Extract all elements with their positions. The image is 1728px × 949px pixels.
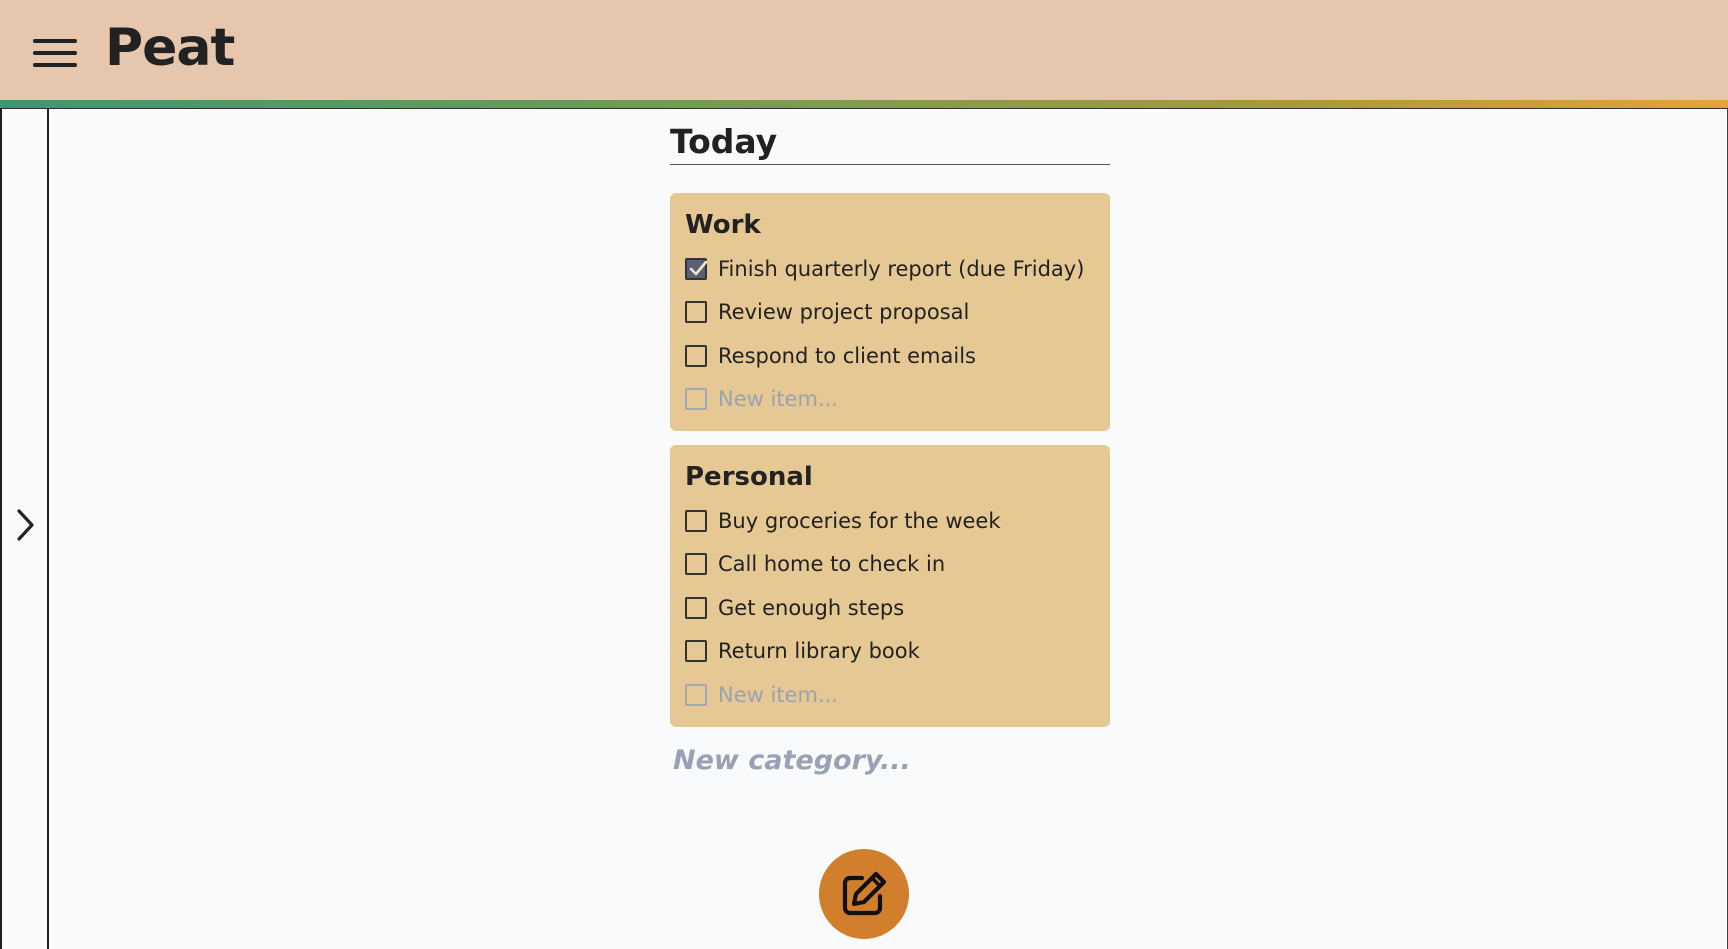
app-root: Peat Today Work Finish quarterly report [0,0,1728,949]
item-label: Finish quarterly report (due Friday) [718,256,1085,281]
checkbox-checked[interactable] [685,257,708,280]
list-item[interactable]: Finish quarterly report (due Friday) [685,247,1095,291]
category-title[interactable]: Work [685,207,1095,243]
check-icon [689,260,708,276]
new-item-placeholder: New item... [718,682,838,707]
checkbox-placeholder [685,683,707,706]
item-label: Respond to client emails [718,343,976,368]
checkbox[interactable] [685,553,707,576]
list-item[interactable]: Return library book [685,630,1095,674]
page-title: Today [670,121,1110,165]
new-category-input[interactable]: New category... [670,745,1110,776]
new-item-input[interactable]: New item... [685,673,1095,717]
today-list: Today Work Finish quarterly report (due … [670,121,1110,776]
item-label: Return library book [718,639,920,664]
checkbox[interactable] [685,344,707,367]
new-item-placeholder: New item... [718,387,838,412]
list-item[interactable]: Respond to client emails [685,334,1095,378]
list-item[interactable]: Buy groceries for the week [685,499,1095,543]
item-label: Call home to check in [718,552,946,577]
list-item[interactable]: Review project proposal [685,291,1095,335]
item-label: Buy groceries for the week [718,508,1001,533]
item-label: Review project proposal [718,300,970,325]
edit-fab-button[interactable] [819,849,909,939]
chevron-right-icon [17,509,34,541]
menu-bar-line [33,39,77,43]
checkbox[interactable] [685,509,707,532]
category-title[interactable]: Personal [685,459,1095,495]
checkbox-placeholder [685,388,707,411]
sidebar-toggle[interactable] [2,109,49,949]
app-title: Peat [105,18,235,78]
edit-icon [842,871,887,916]
hamburger-menu-icon[interactable] [28,32,82,74]
accent-stripe [0,100,1728,108]
checkbox[interactable] [685,301,707,324]
item-label: Get enough steps [718,595,905,620]
menu-bar-line [33,63,77,67]
list-item[interactable]: Call home to check in [685,543,1095,587]
checkbox[interactable] [685,596,707,619]
main-frame: Today Work Finish quarterly report (due … [0,108,1728,949]
category-card-personal: Personal Buy groceries for the week Call… [670,445,1110,727]
new-item-input[interactable]: New item... [685,378,1095,422]
app-header: Peat [0,0,1728,100]
list-item[interactable]: Get enough steps [685,586,1095,630]
menu-bar-line [33,51,77,55]
category-card-work: Work Finish quarterly report (due Friday… [670,193,1110,431]
checkbox[interactable] [685,640,707,663]
